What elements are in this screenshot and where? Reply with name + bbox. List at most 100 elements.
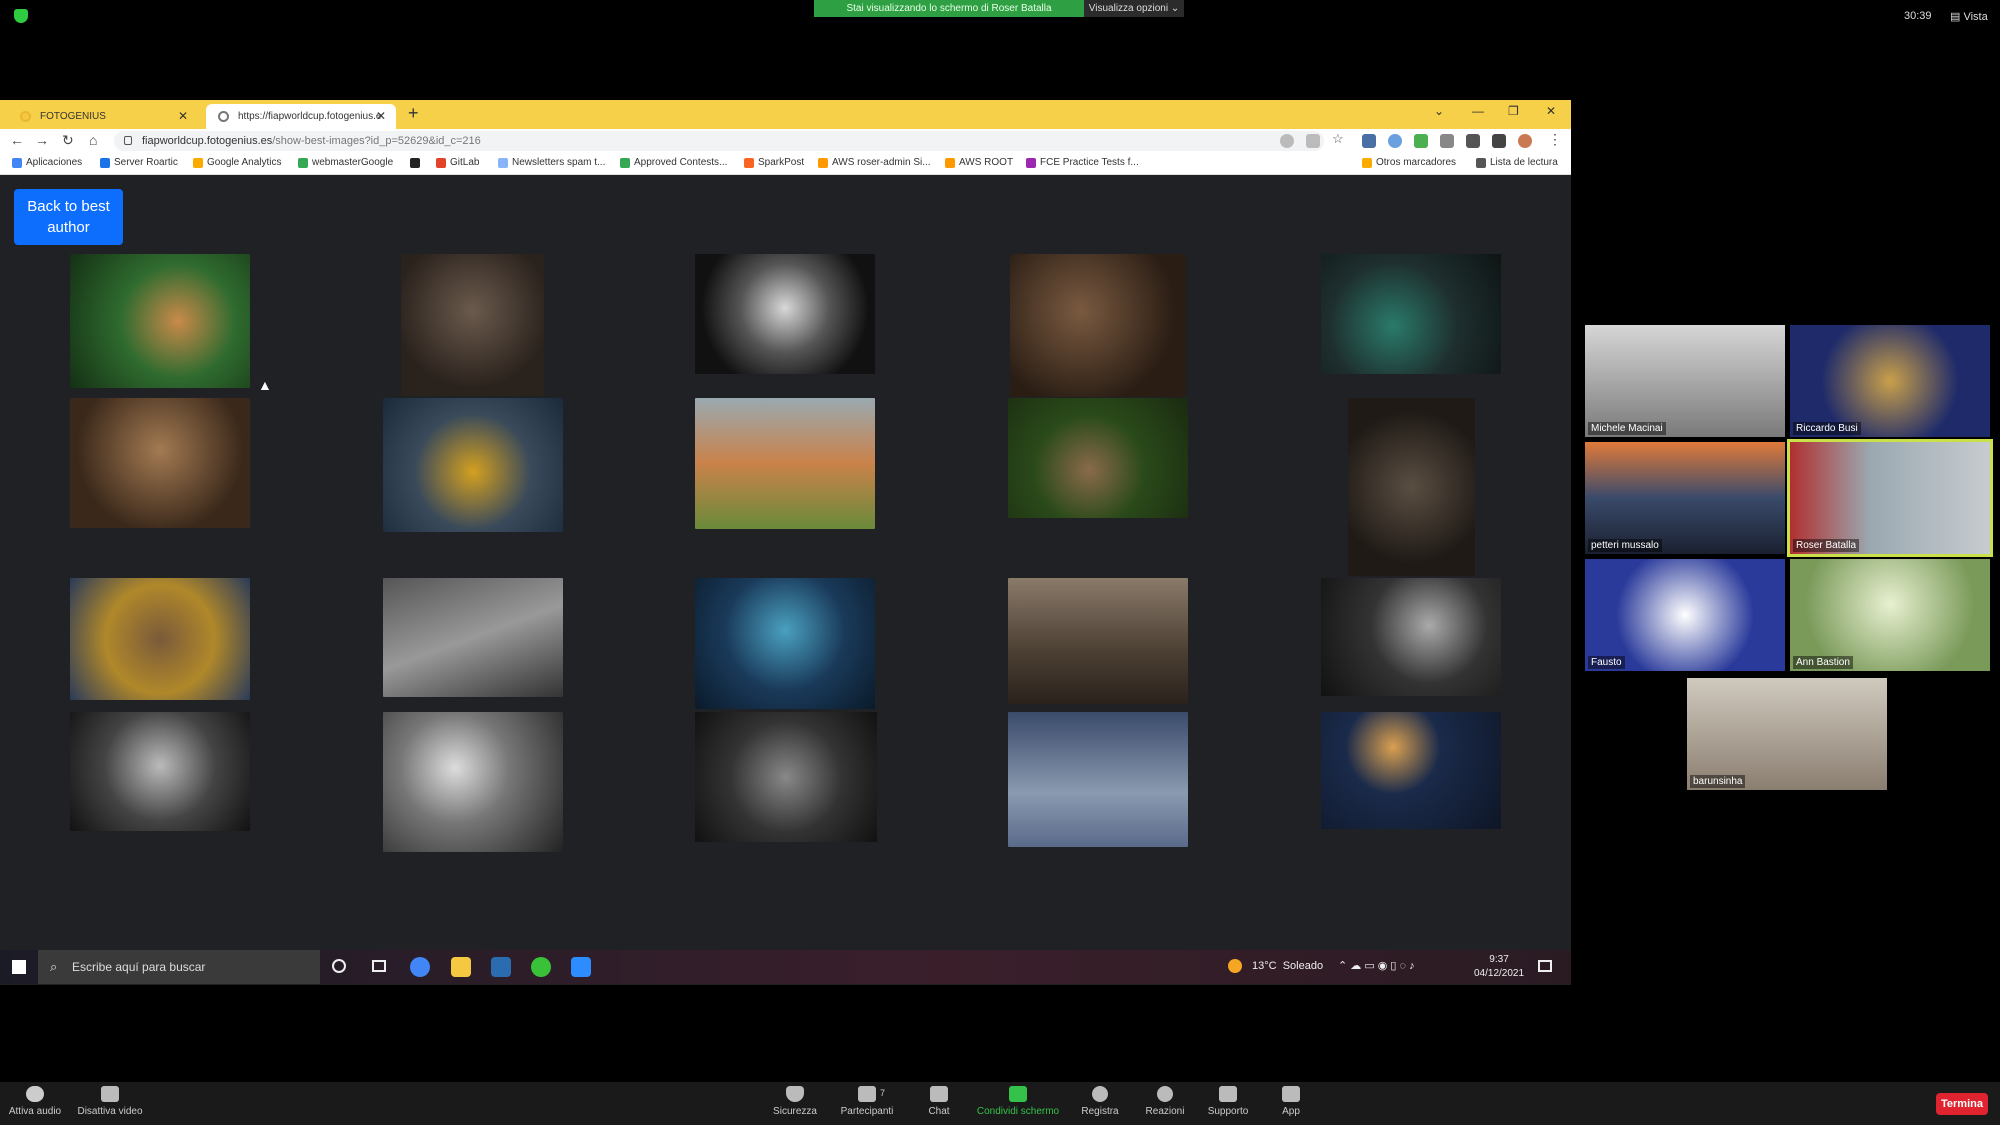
participant-tile[interactable]: Fausto bbox=[1585, 559, 1785, 671]
eyedropper-icon[interactable] bbox=[1440, 134, 1454, 148]
star-icon[interactable]: ☆ bbox=[1332, 131, 1346, 146]
windows-start-icon[interactable] bbox=[12, 960, 26, 974]
view-options-button[interactable]: Visualizza opzioni ⌄ bbox=[1084, 0, 1184, 17]
home-icon[interactable]: ⌂ bbox=[89, 132, 97, 148]
security-button[interactable]: Sicurezza bbox=[760, 1086, 830, 1117]
participant-tile[interactable]: petteri mussalo bbox=[1585, 442, 1785, 554]
tab-search-icon[interactable]: ⌄ bbox=[1434, 104, 1444, 118]
photo-thumbnail[interactable] bbox=[383, 712, 563, 852]
address-bar[interactable]: fiapworldcup.fotogenius.es/show-best-ima… bbox=[114, 131, 1324, 151]
smiley-icon bbox=[1157, 1086, 1173, 1102]
chat-label: Chat bbox=[928, 1106, 950, 1117]
media-icon[interactable] bbox=[1466, 134, 1480, 148]
temperature: 13°C bbox=[1252, 960, 1277, 972]
new-tab-button[interactable]: + bbox=[408, 103, 419, 124]
task-view-icon[interactable] bbox=[372, 960, 386, 972]
view-button[interactable]: ▤ Vista bbox=[1950, 10, 1988, 23]
end-meeting-button[interactable]: Termina bbox=[1936, 1093, 1988, 1115]
participant-tile[interactable]: barunsinha bbox=[1687, 678, 1887, 790]
participant-tile[interactable]: Riccardo Busi bbox=[1790, 325, 1990, 437]
screen-share-banner: Stai visualizzando lo schermo di Roser B… bbox=[814, 0, 1084, 17]
taskbar-time: 9:37 bbox=[1489, 954, 1509, 965]
bookmark-item[interactable]: Google Analytics bbox=[193, 157, 282, 168]
photo-thumbnail[interactable] bbox=[383, 578, 563, 697]
photo-thumbnail[interactable] bbox=[1321, 578, 1501, 696]
bookmark-item[interactable]: Otros marcadores bbox=[1362, 157, 1456, 168]
bookmark-item[interactable]: Newsletters spam t... bbox=[498, 157, 605, 168]
menu-icon[interactable]: ⋮ bbox=[1548, 131, 1562, 148]
photo-thumbnail[interactable] bbox=[401, 254, 544, 396]
bookmark-item[interactable]: AWS ROOT bbox=[945, 157, 1013, 168]
tab-fiapworldcup[interactable]: https://fiapworldcup.fotogenius.e ✕ bbox=[206, 104, 396, 129]
close-tab-icon[interactable]: ✕ bbox=[178, 104, 188, 129]
close-window-button[interactable]: ✕ bbox=[1546, 104, 1556, 118]
extension-icon[interactable] bbox=[1362, 134, 1376, 148]
reactions-button[interactable]: Reazioni bbox=[1130, 1086, 1200, 1117]
photo-thumbnail[interactable] bbox=[1008, 712, 1188, 847]
unmute-button[interactable]: Attiva audio bbox=[0, 1086, 70, 1117]
reload-icon[interactable]: ↻ bbox=[62, 132, 74, 149]
apps-button[interactable]: App bbox=[1256, 1086, 1326, 1117]
bookmark-item[interactable]: GitLab bbox=[436, 157, 479, 168]
photo-thumbnail[interactable] bbox=[1321, 254, 1501, 374]
chrome-app-icon[interactable] bbox=[410, 957, 430, 977]
back-button-label-2: author bbox=[47, 219, 90, 236]
participant-tile[interactable]: Michele Macinai bbox=[1585, 325, 1785, 437]
photo-thumbnail[interactable] bbox=[1348, 398, 1475, 576]
zoom-icon[interactable] bbox=[1280, 134, 1294, 148]
app-icon[interactable] bbox=[491, 957, 511, 977]
forward-arrow-icon[interactable]: → bbox=[35, 132, 49, 148]
profile-avatar[interactable] bbox=[1518, 134, 1532, 148]
bookmark-item[interactable]: Server Roartic bbox=[100, 157, 178, 168]
system-tray-icons[interactable]: ⌃ ☁ ▭ ◉ ▯ ◌ ♪ bbox=[1338, 959, 1415, 972]
minimize-button[interactable]: — bbox=[1472, 104, 1484, 118]
file-explorer-icon[interactable] bbox=[451, 957, 471, 977]
photo-thumbnail[interactable] bbox=[1008, 578, 1188, 704]
bookmark-item[interactable]: Lista de lectura bbox=[1476, 157, 1558, 168]
notifications-icon[interactable] bbox=[1538, 960, 1552, 972]
app-icon[interactable] bbox=[531, 957, 551, 977]
support-button[interactable]: Supporto bbox=[1193, 1086, 1263, 1117]
share-screen-button[interactable]: Condividi schermo bbox=[968, 1086, 1068, 1117]
stop-video-button[interactable]: Disattiva video bbox=[75, 1086, 145, 1117]
extension-icon[interactable] bbox=[1414, 134, 1428, 148]
record-button[interactable]: Registra bbox=[1065, 1086, 1135, 1117]
zoom-app-icon[interactable] bbox=[571, 957, 591, 977]
photo-thumbnail[interactable] bbox=[70, 398, 250, 528]
close-tab-icon[interactable]: ✕ bbox=[376, 104, 386, 129]
photo-thumbnail[interactable] bbox=[70, 712, 250, 831]
extension-icon[interactable] bbox=[1388, 134, 1402, 148]
weather-widget[interactable]: 13°C Soleado bbox=[1252, 960, 1323, 972]
photo-thumbnail[interactable] bbox=[695, 578, 875, 709]
photo-thumbnail[interactable] bbox=[695, 712, 877, 842]
restore-button[interactable]: ❐ bbox=[1508, 104, 1519, 118]
participants-button[interactable]: Partecipanti bbox=[832, 1086, 902, 1117]
cortana-icon[interactable] bbox=[332, 959, 346, 973]
bookmark-item[interactable]: webmasterGoogle bbox=[298, 157, 393, 168]
tab-fotogenius[interactable]: FOTOGENIUS ✕ bbox=[8, 104, 198, 129]
photo-thumbnail[interactable] bbox=[1008, 398, 1188, 518]
share-icon[interactable] bbox=[1306, 134, 1320, 148]
photo-thumbnail[interactable] bbox=[695, 398, 875, 529]
participant-tile[interactable]: Ann Bastion bbox=[1790, 559, 1990, 671]
bookmark-item[interactable]: AWS roser-admin Si... bbox=[818, 157, 931, 168]
participant-tile-active-speaker[interactable]: Roser Batalla bbox=[1787, 439, 1993, 557]
taskbar-clock[interactable]: 9:37 04/12/2021 bbox=[1474, 953, 1524, 981]
bookmark-item[interactable]: Approved Contests... bbox=[620, 157, 727, 168]
photo-thumbnail[interactable] bbox=[70, 254, 250, 388]
puzzle-icon[interactable] bbox=[1492, 134, 1506, 148]
back-to-best-author-button[interactable]: Back to best author bbox=[14, 189, 123, 245]
bookmark-item[interactable]: SparkPost bbox=[744, 157, 804, 168]
photo-thumbnail[interactable] bbox=[1010, 254, 1186, 397]
taskbar-search-input[interactable]: ⌕ Escribe aquí para buscar bbox=[38, 950, 320, 984]
shared-browser-window: FOTOGENIUS ✕ https://fiapworldcup.fotoge… bbox=[0, 100, 1571, 985]
photo-thumbnail[interactable] bbox=[695, 254, 875, 374]
photo-thumbnail[interactable] bbox=[1321, 712, 1501, 829]
bookmark-item[interactable]: FCE Practice Tests f... bbox=[1026, 157, 1139, 168]
security-shield-icon[interactable] bbox=[14, 9, 28, 23]
bookmark-item[interactable]: Aplicaciones bbox=[12, 157, 82, 168]
chat-button[interactable]: Chat bbox=[904, 1086, 974, 1117]
back-arrow-icon[interactable]: ← bbox=[10, 132, 24, 148]
photo-thumbnail[interactable] bbox=[70, 578, 250, 700]
photo-thumbnail[interactable] bbox=[383, 398, 563, 532]
